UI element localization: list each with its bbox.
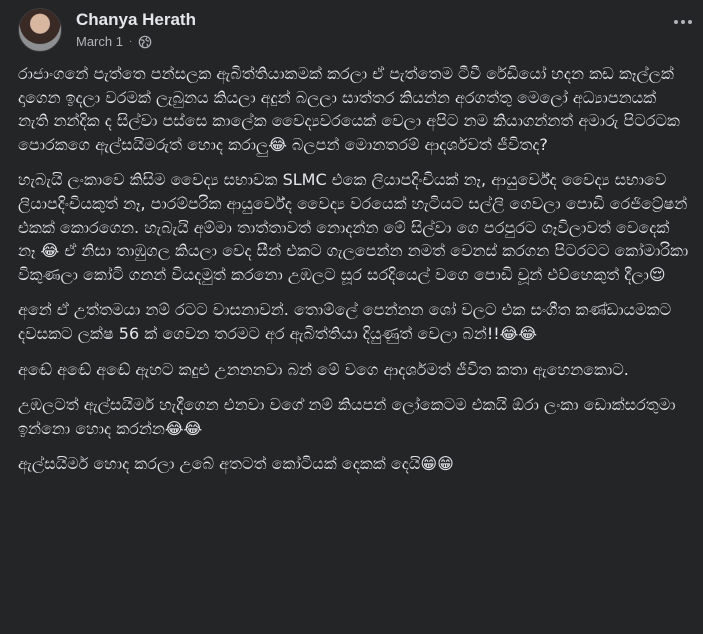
post-meta-line: March 1 · [76,34,196,49]
post-paragraph: ඇල්සයිමර් හොද කරලා උබේ අතටත් කෝටියක් දෙක… [18,454,454,474]
post-body: රාජාංගනේ පැත්තෙ පන්සලක ඇබිත්තියාකමක් කරල… [18,62,690,488]
post-paragraph: උඹලටත් ඇල්සයිමර් හැදීගෙන එනවා වගේ නම් කි… [18,395,676,438]
post-paragraph: අනේ ඒ උත්තමයා නම් රටට වාසනාවන්. තොම්ලේ ප… [18,300,672,343]
more-options-icon[interactable] [669,12,697,32]
post-date[interactable]: March 1 [76,34,123,49]
post-paragraph: අඬේ අඬේ අඬේ ඇහට කදුළු උනනනවා බන් මේ වගෙ … [18,359,629,379]
separator-dot: · [128,36,133,47]
author-meta: Chanya Herath March 1 · [76,10,196,49]
post-paragraph: හැබැයි ලංකාවෙ කිසිම වෛද්‍ය සභාවක SLMC එක… [18,170,689,284]
author-name[interactable]: Chanya Herath [76,10,196,30]
globe-icon[interactable] [138,35,152,49]
post-paragraph: රාජාංගනේ පැත්තෙ පන්සලක ඇබිත්තියාකමක් කරල… [18,64,680,154]
author-avatar[interactable] [18,8,62,52]
post-header: Chanya Herath March 1 · [18,8,687,52]
